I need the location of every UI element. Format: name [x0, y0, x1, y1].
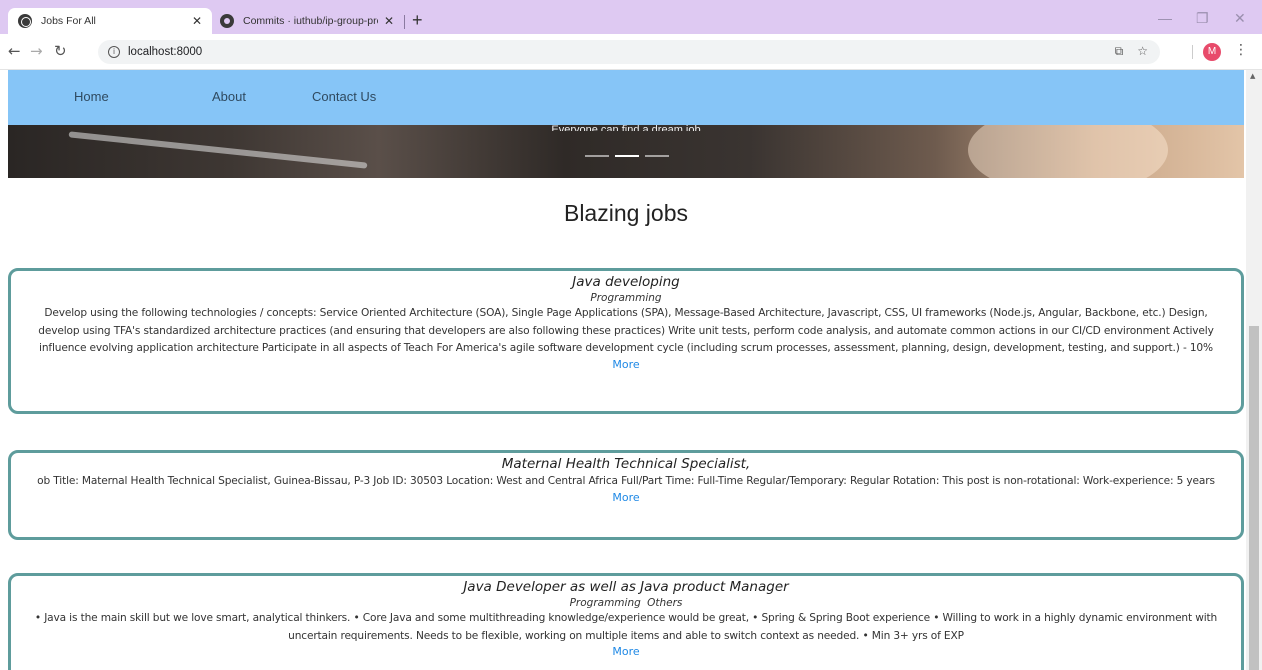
job-title: Maternal Health Technical Specialist,	[501, 456, 751, 472]
hero-carousel: Everyone can find a dream job	[8, 125, 1244, 178]
new-tab-button[interactable]: +	[412, 10, 423, 31]
nav-about-link[interactable]: About	[212, 89, 246, 104]
scroll-up-arrow-icon[interactable]: ▲	[1250, 72, 1255, 80]
carousel-indicator-active[interactable]	[615, 155, 639, 157]
minimize-icon[interactable]: —	[1158, 10, 1172, 26]
job-more-link[interactable]: More	[25, 358, 1227, 372]
tab-title: Jobs For All	[41, 15, 96, 27]
job-more-link[interactable]: More	[25, 645, 1227, 659]
tab-separator	[404, 15, 405, 29]
job-card: Java developing Programming Develop usin…	[8, 268, 1244, 414]
back-arrow-icon[interactable]: ←	[8, 42, 21, 60]
info-icon[interactable]: i	[108, 46, 120, 58]
job-title: Java developing	[572, 274, 680, 290]
job-card: Java Developer as well as Java product M…	[8, 573, 1244, 670]
hero-image-detail	[68, 131, 368, 169]
maximize-icon[interactable]: ❐	[1196, 10, 1209, 27]
translate-icon[interactable]: ⧉	[1115, 44, 1124, 59]
menu-dots-icon[interactable]: ⋮	[1234, 42, 1248, 58]
carousel-indicator[interactable]	[585, 155, 609, 157]
profile-avatar[interactable]: M	[1203, 43, 1221, 61]
address-bar[interactable]: i localhost:8000 ⧉ ☆	[98, 40, 1160, 64]
job-title: Java Developer as well as Java product M…	[463, 579, 789, 595]
carousel-indicator[interactable]	[645, 155, 669, 157]
url-text: localhost:8000	[128, 46, 203, 58]
nav-contact-link[interactable]: Contact Us	[312, 89, 376, 104]
window-close-icon[interactable]: ✕	[1234, 10, 1246, 27]
job-description: ob Title: Maternal Health Technical Spec…	[37, 475, 1215, 487]
page-scrollbar[interactable]: ▲	[1246, 70, 1262, 670]
job-description: • Java is the main skill but we love sma…	[34, 612, 1218, 642]
job-card: Maternal Health Technical Specialist, ob…	[8, 450, 1244, 540]
carousel-indicators	[585, 155, 669, 157]
hero-caption: Everyone can find a dream job	[551, 125, 701, 131]
site-navbar: Home About Contact Us	[8, 70, 1244, 125]
forward-arrow-icon[interactable]: →	[30, 42, 43, 60]
job-more-link[interactable]: More	[25, 491, 1227, 505]
section-title: Blazing jobs	[563, 200, 689, 226]
tab-title: Commits · iuthub/ip-group-proje	[243, 15, 378, 27]
job-description: Develop using the following technologies…	[38, 307, 1214, 354]
github-icon	[220, 14, 234, 28]
close-icon[interactable]: ✕	[192, 14, 202, 28]
tab-commits[interactable]: Commits · iuthub/ip-group-proje ✕	[214, 8, 404, 34]
page-content: Home About Contact Us Everyone can find …	[8, 70, 1244, 670]
nav-home-link[interactable]: Home	[74, 89, 109, 104]
toolbar-divider	[1192, 45, 1193, 59]
reload-icon[interactable]: ↻	[54, 42, 67, 60]
hero-image-detail	[968, 125, 1168, 178]
globe-icon	[18, 14, 32, 28]
job-category: Programming Others	[569, 597, 683, 609]
tab-jobs-for-all[interactable]: Jobs For All ✕	[8, 8, 212, 34]
browser-toolbar: ← → ↻ i localhost:8000 ⧉ ☆ M ⋮	[0, 34, 1262, 70]
job-category: Programming	[590, 292, 662, 304]
scrollbar-thumb[interactable]	[1249, 326, 1259, 670]
browser-tab-strip: Jobs For All ✕ Commits · iuthub/ip-group…	[0, 0, 1262, 34]
page-viewport: Home About Contact Us Everyone can find …	[0, 70, 1262, 670]
close-icon[interactable]: ✕	[384, 14, 394, 28]
bookmark-star-icon[interactable]: ☆	[1137, 44, 1148, 59]
